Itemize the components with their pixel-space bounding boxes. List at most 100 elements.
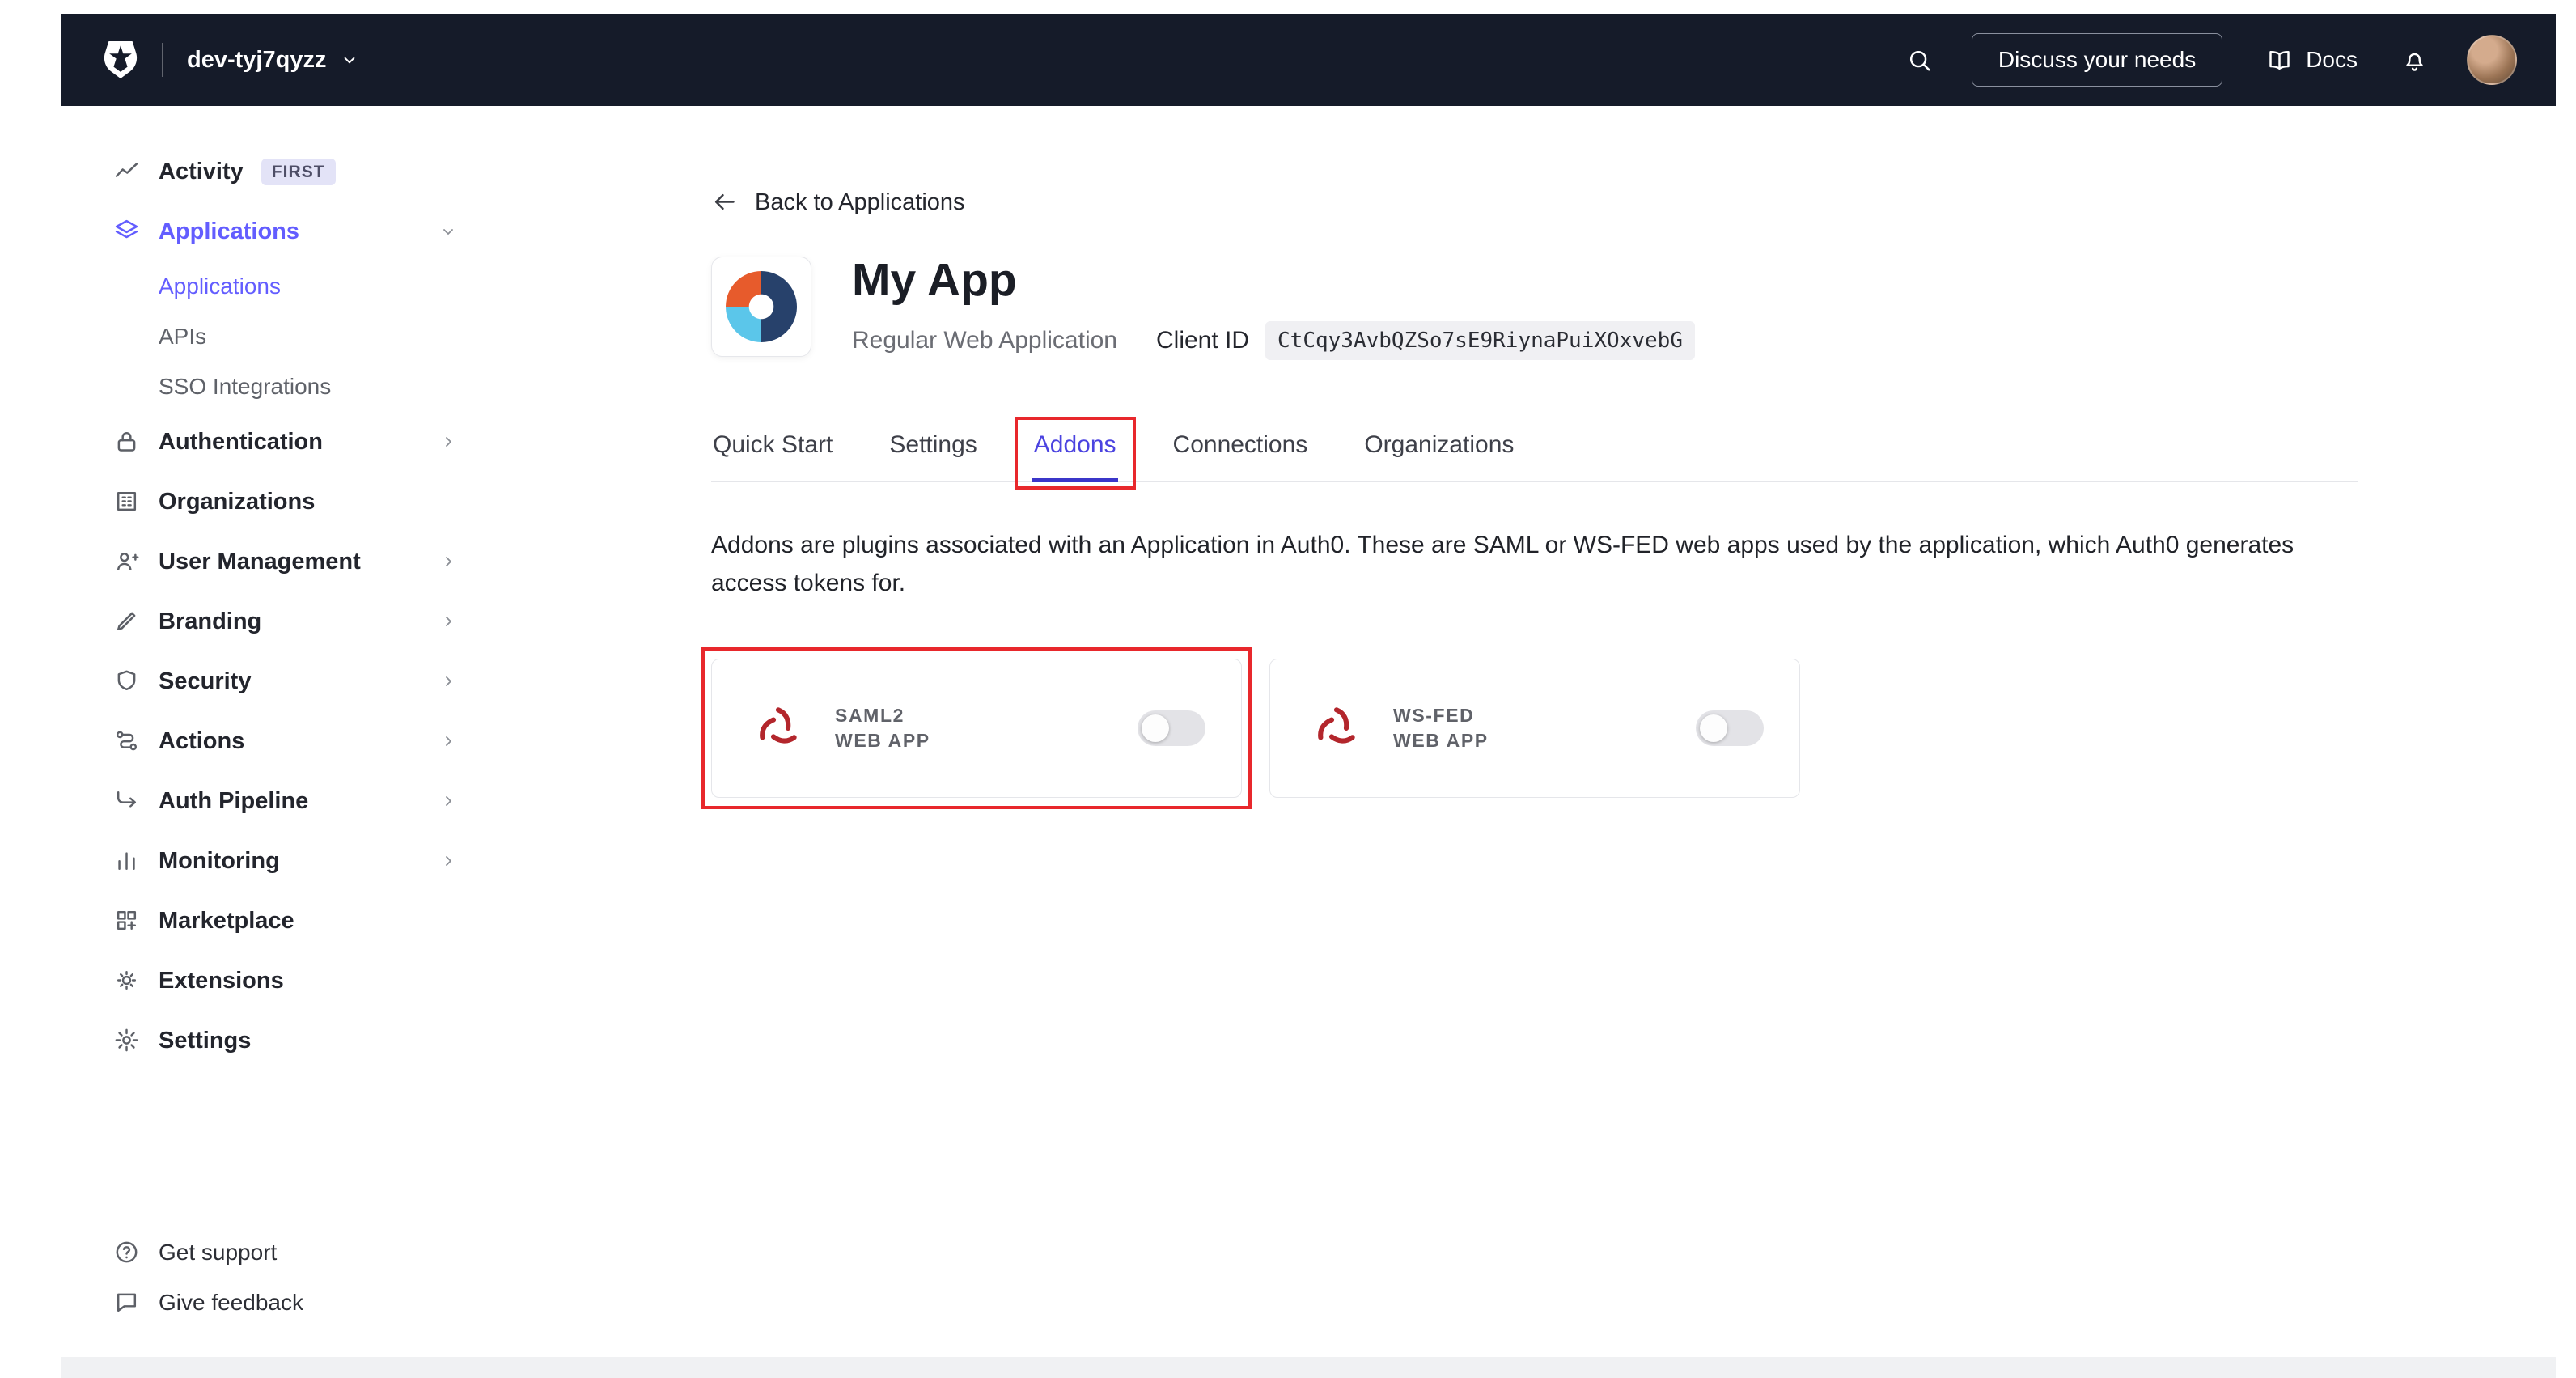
addon-cards: SAML2 WEB APP bbox=[711, 659, 2556, 798]
sidebar-label: Marketplace bbox=[159, 908, 294, 935]
wsfed-addon-card[interactable]: WS-FED WEB APP bbox=[1269, 659, 1800, 798]
tenant-name: dev-tyj7qyzz bbox=[187, 47, 326, 74]
lock-icon bbox=[113, 428, 141, 456]
screenshot-canvas: dev-tyj7qyzz Discuss your needs Docs bbox=[0, 0, 2576, 1378]
wsfed-name-line1: WS-FED bbox=[1393, 703, 1489, 728]
saml2-addon-wrap: SAML2 WEB APP bbox=[711, 659, 1242, 798]
book-icon bbox=[2266, 47, 2293, 74]
sidebar-item-security[interactable]: Security bbox=[61, 651, 502, 711]
bottom-strip bbox=[61, 1357, 2556, 1378]
back-to-applications-link[interactable]: Back to Applications bbox=[711, 189, 965, 216]
saml2-logo-icon bbox=[752, 702, 804, 754]
sidebar: Activity FIRST Applications Applications… bbox=[61, 106, 502, 1357]
paintbrush-icon bbox=[113, 608, 141, 635]
sidebar-label: Settings bbox=[159, 1028, 251, 1054]
body-row: Activity FIRST Applications Applications… bbox=[61, 106, 2556, 1357]
docs-label: Docs bbox=[2306, 47, 2358, 73]
tab-settings[interactable]: Settings bbox=[888, 431, 978, 481]
tab-connections[interactable]: Connections bbox=[1171, 431, 1310, 481]
sidebar-footer: Get support Give feedback bbox=[61, 1227, 502, 1357]
search-icon[interactable] bbox=[1906, 47, 1933, 74]
first-badge: FIRST bbox=[261, 159, 336, 185]
chevron-right-icon bbox=[439, 731, 458, 751]
back-arrow-icon bbox=[711, 189, 739, 216]
sidebar-label: Activity bbox=[159, 159, 244, 185]
sidebar-item-actions[interactable]: Actions bbox=[61, 711, 502, 771]
tab-organizations[interactable]: Organizations bbox=[1362, 431, 1515, 481]
bell-icon[interactable] bbox=[2401, 47, 2428, 74]
saml2-addon-card[interactable]: SAML2 WEB APP bbox=[711, 659, 1242, 798]
sidebar-item-branding[interactable]: Branding bbox=[61, 591, 502, 651]
docs-link[interactable]: Docs bbox=[2261, 46, 2362, 74]
client-id-label: Client ID bbox=[1156, 327, 1249, 354]
sidebar-subitem-applications[interactable]: Applications bbox=[61, 261, 502, 312]
sidebar-item-marketplace[interactable]: Marketplace bbox=[61, 891, 502, 951]
sidebar-label: Actions bbox=[159, 728, 244, 755]
user-plus-icon bbox=[113, 548, 141, 575]
sun-gear-icon bbox=[113, 967, 141, 994]
sidebar-label: Organizations bbox=[159, 489, 315, 515]
saml2-name-line2: WEB APP bbox=[835, 728, 930, 753]
sidebar-label: Auth Pipeline bbox=[159, 788, 308, 815]
sidebar-label: Security bbox=[159, 668, 251, 695]
shield-icon bbox=[113, 668, 141, 695]
tab-quick-start[interactable]: Quick Start bbox=[711, 431, 834, 481]
auth0-logo-icon[interactable] bbox=[102, 41, 139, 78]
speech-bubble-icon bbox=[113, 1289, 141, 1317]
chevron-right-icon bbox=[439, 552, 458, 571]
topbar-left: dev-tyj7qyzz bbox=[102, 41, 360, 78]
tab-addons[interactable]: Addons bbox=[1032, 431, 1118, 482]
chevron-right-icon bbox=[439, 672, 458, 691]
sidebar-item-organizations[interactable]: Organizations bbox=[61, 472, 502, 532]
top-bar: dev-tyj7qyzz Discuss your needs Docs bbox=[61, 14, 2556, 106]
pipeline-arrow-icon bbox=[113, 787, 141, 815]
sidebar-item-extensions[interactable]: Extensions bbox=[61, 951, 502, 1011]
sidebar-item-authentication[interactable]: Authentication bbox=[61, 412, 502, 472]
wsfed-addon-wrap: WS-FED WEB APP bbox=[1269, 659, 1800, 798]
client-id-value[interactable]: CtCqy3AvbQZSo7sE9RiynaPuiXOxvebG bbox=[1265, 321, 1695, 360]
chevron-right-icon bbox=[439, 791, 458, 811]
give-feedback-link[interactable]: Give feedback bbox=[61, 1278, 502, 1328]
app-type-label: Regular Web Application bbox=[852, 327, 1117, 354]
app-title: My App bbox=[852, 257, 1695, 305]
app-header-text: My App Regular Web Application Client ID… bbox=[852, 257, 1695, 360]
app-header: My App Regular Web Application Client ID… bbox=[711, 257, 2556, 360]
wsfed-logo-icon bbox=[1311, 702, 1362, 754]
wsfed-addon-name: WS-FED WEB APP bbox=[1393, 703, 1489, 753]
sidebar-item-auth-pipeline[interactable]: Auth Pipeline bbox=[61, 771, 502, 831]
give-feedback-label: Give feedback bbox=[159, 1290, 303, 1316]
main-content: Back to Applications My App Regular Web … bbox=[502, 106, 2556, 1357]
wsfed-addon-toggle[interactable] bbox=[1696, 710, 1764, 746]
grid-plus-icon bbox=[113, 907, 141, 935]
chevron-right-icon bbox=[439, 432, 458, 452]
get-support-link[interactable]: Get support bbox=[61, 1227, 502, 1278]
sidebar-item-activity[interactable]: Activity FIRST bbox=[61, 142, 502, 201]
sidebar-label: Branding bbox=[159, 608, 261, 635]
sidebar-subitem-sso-integrations[interactable]: SSO Integrations bbox=[61, 362, 502, 412]
sidebar-item-settings[interactable]: Settings bbox=[61, 1011, 502, 1071]
activity-icon bbox=[113, 158, 141, 185]
saml2-addon-name: SAML2 WEB APP bbox=[835, 703, 930, 753]
saml2-name-line1: SAML2 bbox=[835, 703, 930, 728]
tenant-switcher[interactable]: dev-tyj7qyzz bbox=[187, 47, 360, 74]
help-circle-icon bbox=[113, 1239, 141, 1266]
discuss-your-needs-button[interactable]: Discuss your needs bbox=[1972, 33, 2222, 87]
chevron-down-icon bbox=[339, 49, 360, 70]
sidebar-label: Authentication bbox=[159, 429, 323, 456]
auth0-dashboard: dev-tyj7qyzz Discuss your needs Docs bbox=[61, 14, 2556, 1378]
sidebar-item-user-management[interactable]: User Management bbox=[61, 532, 502, 591]
app-logo-icon bbox=[726, 271, 797, 342]
sidebar-item-monitoring[interactable]: Monitoring bbox=[61, 831, 502, 891]
topbar-right: Discuss your needs Docs bbox=[1906, 33, 2517, 87]
sidebar-subitem-apis[interactable]: APIs bbox=[61, 312, 502, 362]
wsfed-name-line2: WEB APP bbox=[1393, 728, 1489, 753]
app-logo-card bbox=[711, 257, 811, 357]
addons-description: Addons are plugins associated with an Ap… bbox=[711, 526, 2345, 602]
user-avatar[interactable] bbox=[2467, 35, 2517, 85]
saml2-addon-toggle[interactable] bbox=[1138, 710, 1205, 746]
layers-icon bbox=[113, 218, 141, 245]
chevron-down-icon bbox=[439, 222, 458, 241]
gear-icon bbox=[113, 1027, 141, 1054]
app-meta-row: Regular Web Application Client ID CtCqy3… bbox=[852, 321, 1695, 360]
sidebar-item-applications[interactable]: Applications bbox=[61, 201, 502, 261]
